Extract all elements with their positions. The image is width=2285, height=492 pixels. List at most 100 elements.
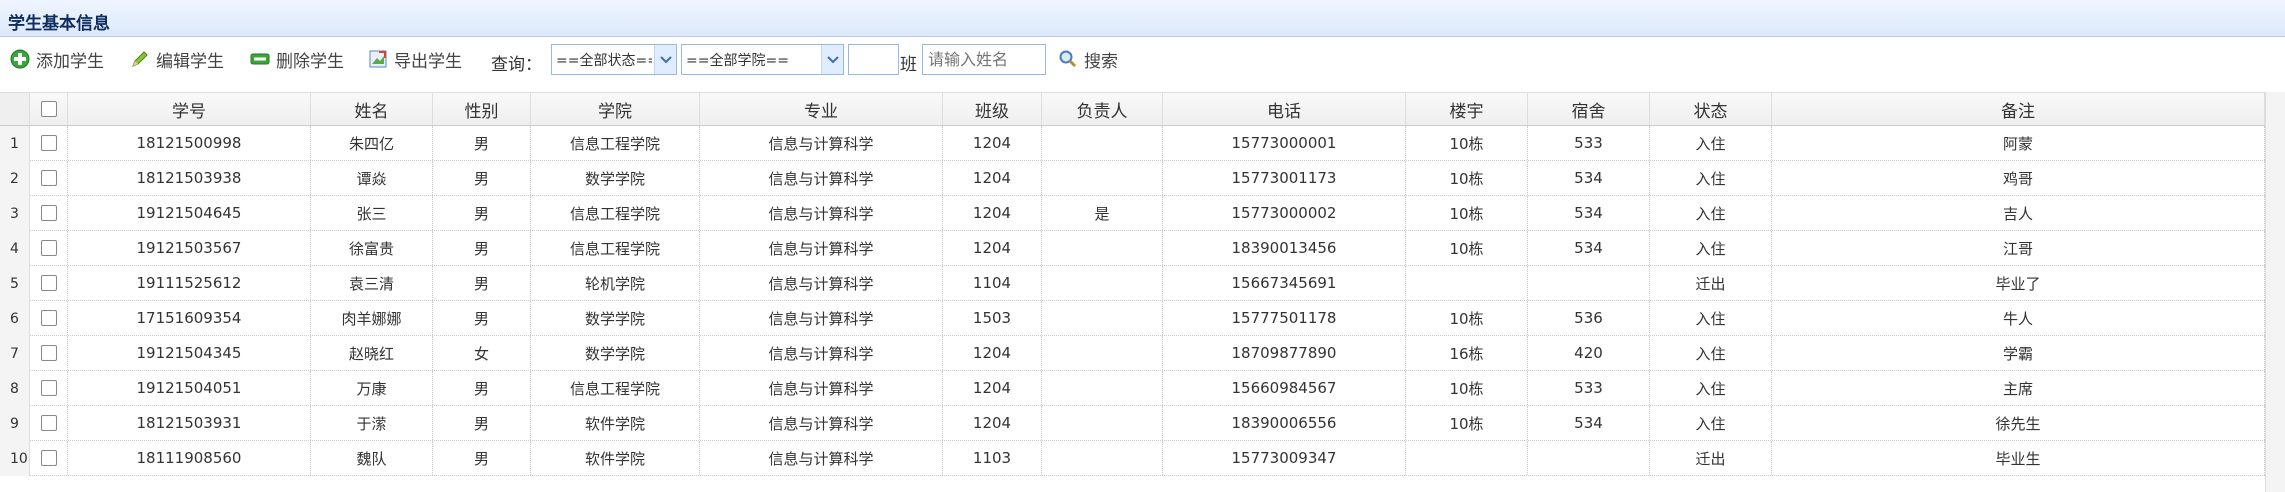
row-select-cell[interactable] — [30, 196, 68, 230]
export-icon — [369, 50, 387, 68]
row-select-cell[interactable] — [30, 406, 68, 440]
row-select-cell[interactable] — [30, 441, 68, 475]
status-select-value: ==全部状态== — [556, 52, 652, 69]
table-row[interactable]: 6 17151609354 肉羊娜娜男数学学院 信息与计算科学 1503 15777501… — [0, 301, 2265, 336]
row-select-cell[interactable] — [30, 231, 68, 265]
cell-college: 信息工程学院 — [531, 196, 700, 230]
name-search-input[interactable] — [922, 44, 1046, 75]
status-select[interactable]: ==全部状态== — [551, 44, 677, 75]
cell-name: 于潆 — [311, 406, 433, 440]
table-row[interactable]: 3 19121504645 张三男信息工程学院 信息与计算科学 1204 是 1577300… — [0, 196, 2265, 231]
table-row[interactable]: 2 18121503938 谭焱男数学学院 信息与计算科学 1204 1577300117… — [0, 161, 2265, 196]
table-row[interactable]: 5 19111525612 袁三清男轮机学院 信息与计算科学 1104 156673456… — [0, 266, 2265, 301]
cell-dorm: 533 — [1528, 126, 1650, 160]
cell-name: 袁三清 — [311, 266, 433, 300]
cell-dorm — [1528, 266, 1650, 300]
cell-class: 1204 — [943, 161, 1042, 195]
cell-building — [1406, 441, 1528, 475]
row-checkbox[interactable] — [40, 380, 57, 396]
header-dorm[interactable]: 宿舍 — [1528, 93, 1650, 125]
table-row[interactable]: 4 19121503567 徐富贵男信息工程学院 信息与计算科学 1204 1839001… — [0, 231, 2265, 266]
row-checkbox[interactable] — [40, 310, 57, 326]
row-select-cell[interactable] — [30, 126, 68, 160]
row-checkbox[interactable] — [40, 275, 57, 291]
header-building[interactable]: 楼宇 — [1406, 93, 1528, 125]
header-remark[interactable]: 备注 — [1772, 93, 2265, 125]
row-checkbox[interactable] — [40, 240, 57, 256]
cell-leader — [1042, 231, 1163, 265]
header-status[interactable]: 状态 — [1650, 93, 1772, 125]
class-suffix: 班 — [900, 55, 917, 75]
row-select-cell[interactable] — [30, 371, 68, 405]
cell-leader — [1042, 301, 1163, 335]
row-checkbox[interactable] — [40, 135, 57, 151]
table-row[interactable]: 1 18121500998 朱四亿男信息工程学院 信息与计算科学 1204 1577300… — [0, 126, 2265, 161]
row-select-cell[interactable] — [30, 266, 68, 300]
cell-dorm: 534 — [1528, 231, 1650, 265]
cell-remark: 学霸 — [1772, 336, 2265, 370]
row-select-cell[interactable] — [30, 336, 68, 370]
cell-phone: 15773009347 — [1163, 441, 1406, 475]
row-number: 1 — [0, 126, 30, 161]
select-all-checkbox[interactable] — [40, 101, 57, 117]
export-student-button[interactable]: 导出学生 — [368, 44, 462, 74]
cell-status: 入住 — [1650, 126, 1772, 160]
cell-remark: 牛人 — [1772, 301, 2265, 335]
header-gender[interactable]: 性别 — [433, 93, 531, 125]
edit-student-button[interactable]: 编辑学生 — [130, 44, 224, 74]
class-input[interactable] — [848, 44, 899, 75]
cell-college: 轮机学院 — [531, 266, 700, 300]
vertical-scrollbar[interactable] — [2265, 92, 2285, 492]
row-checkbox[interactable] — [40, 345, 57, 361]
table-row[interactable]: 8 19121504051 万康男信息工程学院 信息与计算科学 1204 15660984… — [0, 371, 2265, 406]
header-major[interactable]: 专业 — [700, 93, 943, 125]
cell-phone: 15773000001 — [1163, 126, 1406, 160]
header-select-all[interactable] — [30, 93, 68, 125]
header-college[interactable]: 学院 — [531, 93, 700, 125]
cell-dorm: 534 — [1528, 161, 1650, 195]
row-select-cell[interactable] — [30, 301, 68, 335]
cell-building: 10栋 — [1406, 371, 1528, 405]
row-checkbox[interactable] — [40, 170, 57, 186]
cell-dorm: 534 — [1528, 406, 1650, 440]
cell-college: 数学学院 — [531, 301, 700, 335]
toolbar: 添加学生 编辑学生 删除学生 导出学生 查询： ==全部状态== ==全部学院=… — [0, 38, 2285, 88]
delete-student-button[interactable]: 删除学生 — [250, 44, 344, 74]
header-name[interactable]: 姓名 — [311, 93, 433, 125]
header-student-id[interactable]: 学号 — [68, 93, 311, 125]
row-checkbox[interactable] — [40, 205, 57, 221]
row-number: 7 — [0, 336, 30, 371]
row-checkbox[interactable] — [40, 450, 57, 466]
cell-major: 信息与计算科学 — [700, 371, 943, 405]
cell-phone: 15777501178 — [1163, 301, 1406, 335]
edit-student-label: 编辑学生 — [156, 51, 224, 72]
table-row[interactable]: 10 18111908560 魏队男软件学院 信息与计算科学 1103 157730093… — [0, 441, 2265, 476]
add-student-button[interactable]: 添加学生 — [10, 44, 104, 74]
header-class[interactable]: 班级 — [943, 93, 1042, 125]
cell-building: 10栋 — [1406, 161, 1528, 195]
college-dropdown-arrow[interactable] — [821, 45, 843, 74]
table-row[interactable]: 9 18121503931 于潆男软件学院 信息与计算科学 1204 1839000655… — [0, 406, 2265, 441]
cell-remark: 吉人 — [1772, 196, 2265, 230]
cell-remark: 主席 — [1772, 371, 2265, 405]
cell-phone: 15667345691 — [1163, 266, 1406, 300]
delete-student-label: 删除学生 — [276, 51, 344, 72]
header-leader[interactable]: 负责人 — [1042, 93, 1163, 125]
cell-gender: 男 — [433, 406, 531, 440]
chevron-down-icon — [659, 55, 672, 63]
status-dropdown-arrow[interactable] — [654, 45, 676, 74]
table-row[interactable]: 7 19121504345 赵晓红女数学学院 信息与计算科学 1204 187098778… — [0, 336, 2265, 371]
college-select[interactable]: ==全部学院== — [681, 44, 844, 75]
cell-phone: 18709877890 — [1163, 336, 1406, 370]
cell-student-id: 19111525612 — [68, 266, 311, 300]
row-number: 2 — [0, 161, 30, 196]
cell-leader: 是 — [1042, 196, 1163, 230]
row-select-cell[interactable] — [30, 161, 68, 195]
row-checkbox[interactable] — [40, 415, 57, 431]
cell-remark: 江哥 — [1772, 231, 2265, 265]
cell-student-id: 18121500998 — [68, 126, 311, 160]
cell-leader — [1042, 441, 1163, 475]
cell-class: 1204 — [943, 406, 1042, 440]
header-phone[interactable]: 电话 — [1163, 93, 1406, 125]
search-button[interactable]: 搜索 — [1058, 44, 1118, 74]
